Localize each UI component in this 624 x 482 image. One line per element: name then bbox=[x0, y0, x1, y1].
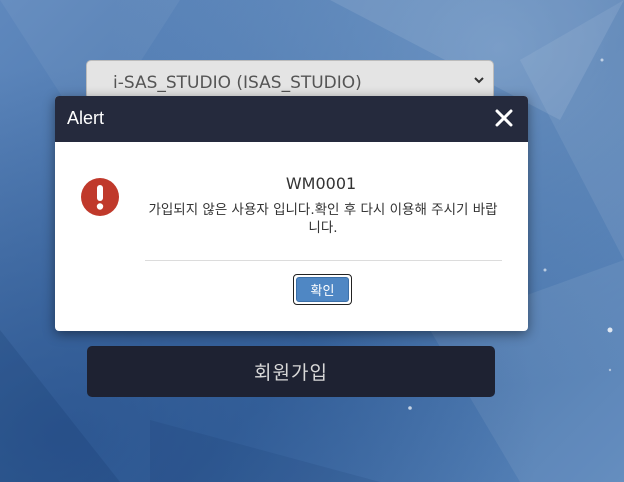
dialog-divider bbox=[145, 260, 502, 261]
signup-button-label: 회원가입 bbox=[254, 362, 328, 384]
alert-dialog: Alert WM0001 가입되지 않은 사용자 입니다.확인 후 다시 이용해… bbox=[55, 96, 528, 331]
exclamation-circle-icon bbox=[81, 178, 119, 216]
message-text: 가입되지 않은 사용자 입니다.확인 후 다시 이용해 주시기 바랍니다. bbox=[148, 202, 498, 236]
confirm-button[interactable]: 확인 bbox=[293, 274, 352, 305]
message-code: WM0001 bbox=[285, 174, 357, 193]
organization-select-value: i-SAS_STUDIO (ISAS_STUDIO) bbox=[113, 73, 362, 93]
confirm-button-label: 확인 bbox=[310, 284, 335, 299]
organization-select[interactable]: i-SAS_STUDIO (ISAS_STUDIO) bbox=[86, 60, 494, 100]
dialog-title: Alert bbox=[67, 108, 105, 128]
dialog-header: Alert bbox=[55, 96, 528, 142]
chevron-down-icon bbox=[474, 77, 484, 84]
close-icon[interactable] bbox=[495, 109, 513, 127]
signup-button[interactable]: 회원가입 bbox=[87, 346, 495, 397]
confirm-button-inner: 확인 bbox=[296, 277, 349, 302]
